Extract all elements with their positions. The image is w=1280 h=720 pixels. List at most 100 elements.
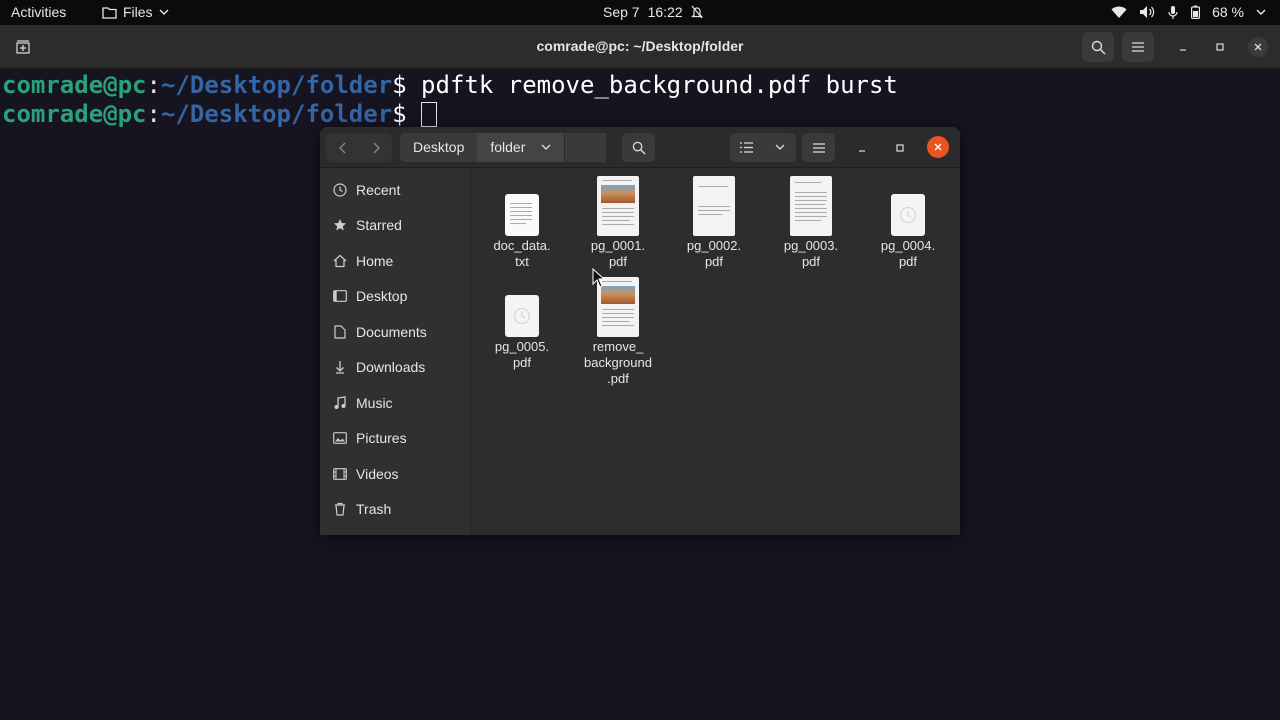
- minimize-button[interactable]: [1173, 37, 1193, 57]
- minimize-icon: [859, 150, 865, 152]
- hamburger-icon: [1132, 42, 1144, 52]
- sidebar-item-label: Trash: [356, 501, 392, 518]
- search-icon: [632, 141, 646, 155]
- sidebar-item-label: Desktop: [356, 288, 408, 305]
- sidebar-item-recent[interactable]: Recent: [320, 172, 470, 208]
- sidebar-item-label: Videos: [356, 465, 399, 482]
- clock-icon: [513, 307, 531, 325]
- sidebar-item-label: Pictures: [356, 430, 407, 447]
- breadcrumb-folder[interactable]: folder: [477, 133, 565, 162]
- chevron-down-icon: [775, 144, 784, 150]
- sidebar-item-pictures[interactable]: Pictures: [320, 421, 470, 457]
- sidebar-item-music[interactable]: Music: [320, 385, 470, 421]
- clock-icon: [332, 182, 348, 198]
- file-name-line: txt: [515, 254, 529, 269]
- file-name-line: pg_0005.: [494, 339, 550, 354]
- close-button[interactable]: [927, 136, 949, 158]
- file-item[interactable]: pg_0001. pdf: [573, 176, 663, 270]
- view-toggle: [730, 133, 796, 162]
- minimize-button[interactable]: [851, 137, 873, 159]
- prompt-symbol: $: [392, 71, 422, 99]
- chevron-down-icon: [541, 144, 551, 150]
- star-icon: [332, 217, 348, 233]
- sidebar-item-downloads[interactable]: Downloads: [320, 350, 470, 386]
- sidebar-item-home[interactable]: Home: [320, 243, 470, 279]
- view-options-button[interactable]: [763, 133, 796, 162]
- terminal-line: comrade@pc:~/Desktop/folder$ pdftk remov…: [2, 71, 1280, 100]
- download-icon: [332, 359, 348, 375]
- terminal-line: comrade@pc:~/Desktop/folder$: [2, 100, 1280, 129]
- music-icon: [332, 395, 348, 411]
- top-bar: Activities Files Sep 7 16:22 68 %: [0, 0, 1280, 25]
- terminal-header: comrade@pc: ~/Desktop/folder: [0, 25, 1280, 69]
- app-menu-label: Files: [123, 4, 153, 20]
- search-button[interactable]: [622, 133, 655, 162]
- file-name-line: pdf: [512, 355, 532, 370]
- trash-icon: [332, 501, 348, 517]
- sidebar-item-documents[interactable]: Documents: [320, 314, 470, 350]
- back-button[interactable]: [326, 133, 359, 162]
- system-tray[interactable]: 68 %: [1111, 4, 1266, 20]
- files-header: Desktop folder: [320, 127, 960, 168]
- prompt-colon: :: [146, 100, 161, 128]
- command-text: pdftk remove_background.pdf burst: [421, 71, 898, 99]
- bell-off-icon: [690, 5, 703, 19]
- sidebar-item-label: Starred: [356, 217, 402, 234]
- prompt-path: ~/Desktop/folder: [160, 71, 393, 99]
- close-button[interactable]: [1248, 37, 1268, 57]
- file-item[interactable]: doc_data. txt: [477, 176, 567, 270]
- breadcrumb-folder-label: folder: [490, 139, 526, 155]
- forward-button[interactable]: [359, 133, 392, 162]
- document-icon: [332, 324, 348, 340]
- close-icon: [1254, 43, 1262, 51]
- search-button[interactable]: [1082, 32, 1114, 62]
- list-view-button[interactable]: [730, 133, 763, 162]
- sidebar-item-starred[interactable]: Starred: [320, 208, 470, 244]
- maximize-icon: [1216, 43, 1224, 51]
- menu-button[interactable]: [802, 133, 835, 162]
- file-item[interactable]: pg_0002. pdf: [669, 176, 759, 270]
- battery-percent: 68 %: [1212, 4, 1244, 20]
- chevron-left-icon: [338, 142, 345, 153]
- file-item[interactable]: pg_0004. pdf: [863, 176, 953, 270]
- hamburger-icon: [812, 142, 825, 153]
- folder-icon: [102, 6, 117, 19]
- file-item[interactable]: pg_0003. pdf: [766, 176, 856, 270]
- chevron-right-icon: [373, 142, 380, 153]
- sidebar-item-desktop[interactable]: Desktop: [320, 279, 470, 315]
- chevron-down-icon: [1256, 9, 1266, 16]
- prompt-symbol: $: [392, 100, 422, 128]
- loading-thumbnail: [505, 295, 539, 337]
- sidebar-item-label: Downloads: [356, 359, 426, 376]
- terminal-cursor: [421, 102, 438, 127]
- breadcrumb-desktop[interactable]: Desktop: [400, 133, 477, 162]
- file-item[interactable]: pg_0005. pdf: [477, 277, 567, 371]
- activities-button[interactable]: Activities: [11, 4, 66, 20]
- app-menu[interactable]: Files: [102, 4, 169, 20]
- hamburger-menu-button[interactable]: [1122, 32, 1154, 62]
- file-name-line: pdf: [801, 254, 821, 269]
- prompt-user: comrade@pc: [2, 100, 147, 128]
- wifi-icon: [1111, 6, 1127, 19]
- pdf-thumbnail: [693, 176, 735, 236]
- file-item[interactable]: remove_ background .pdf: [573, 277, 663, 387]
- maximize-button[interactable]: [1210, 37, 1230, 57]
- clock[interactable]: Sep 7 16:22: [603, 4, 703, 20]
- sidebar-item-label: Music: [356, 394, 393, 411]
- microphone-icon: [1167, 5, 1179, 20]
- battery-icon: [1191, 5, 1201, 19]
- mouse-pointer-icon: [592, 268, 604, 288]
- minimize-icon: [1180, 49, 1186, 51]
- clock-icon: [899, 206, 917, 224]
- desktop-icon: [332, 288, 348, 304]
- search-icon: [1091, 40, 1106, 55]
- sidebar-item-label: Recent: [356, 181, 401, 198]
- loading-thumbnail: [891, 194, 925, 236]
- sidebar-item-videos[interactable]: Videos: [320, 456, 470, 492]
- pdf-thumbnail: [790, 176, 832, 236]
- sidebar-item-trash[interactable]: Trash: [320, 492, 470, 528]
- sidebar-item-label: Documents: [356, 323, 427, 340]
- file-name-line: pg_0004.: [880, 238, 936, 253]
- volume-icon: [1139, 5, 1155, 19]
- maximize-button[interactable]: [889, 137, 911, 159]
